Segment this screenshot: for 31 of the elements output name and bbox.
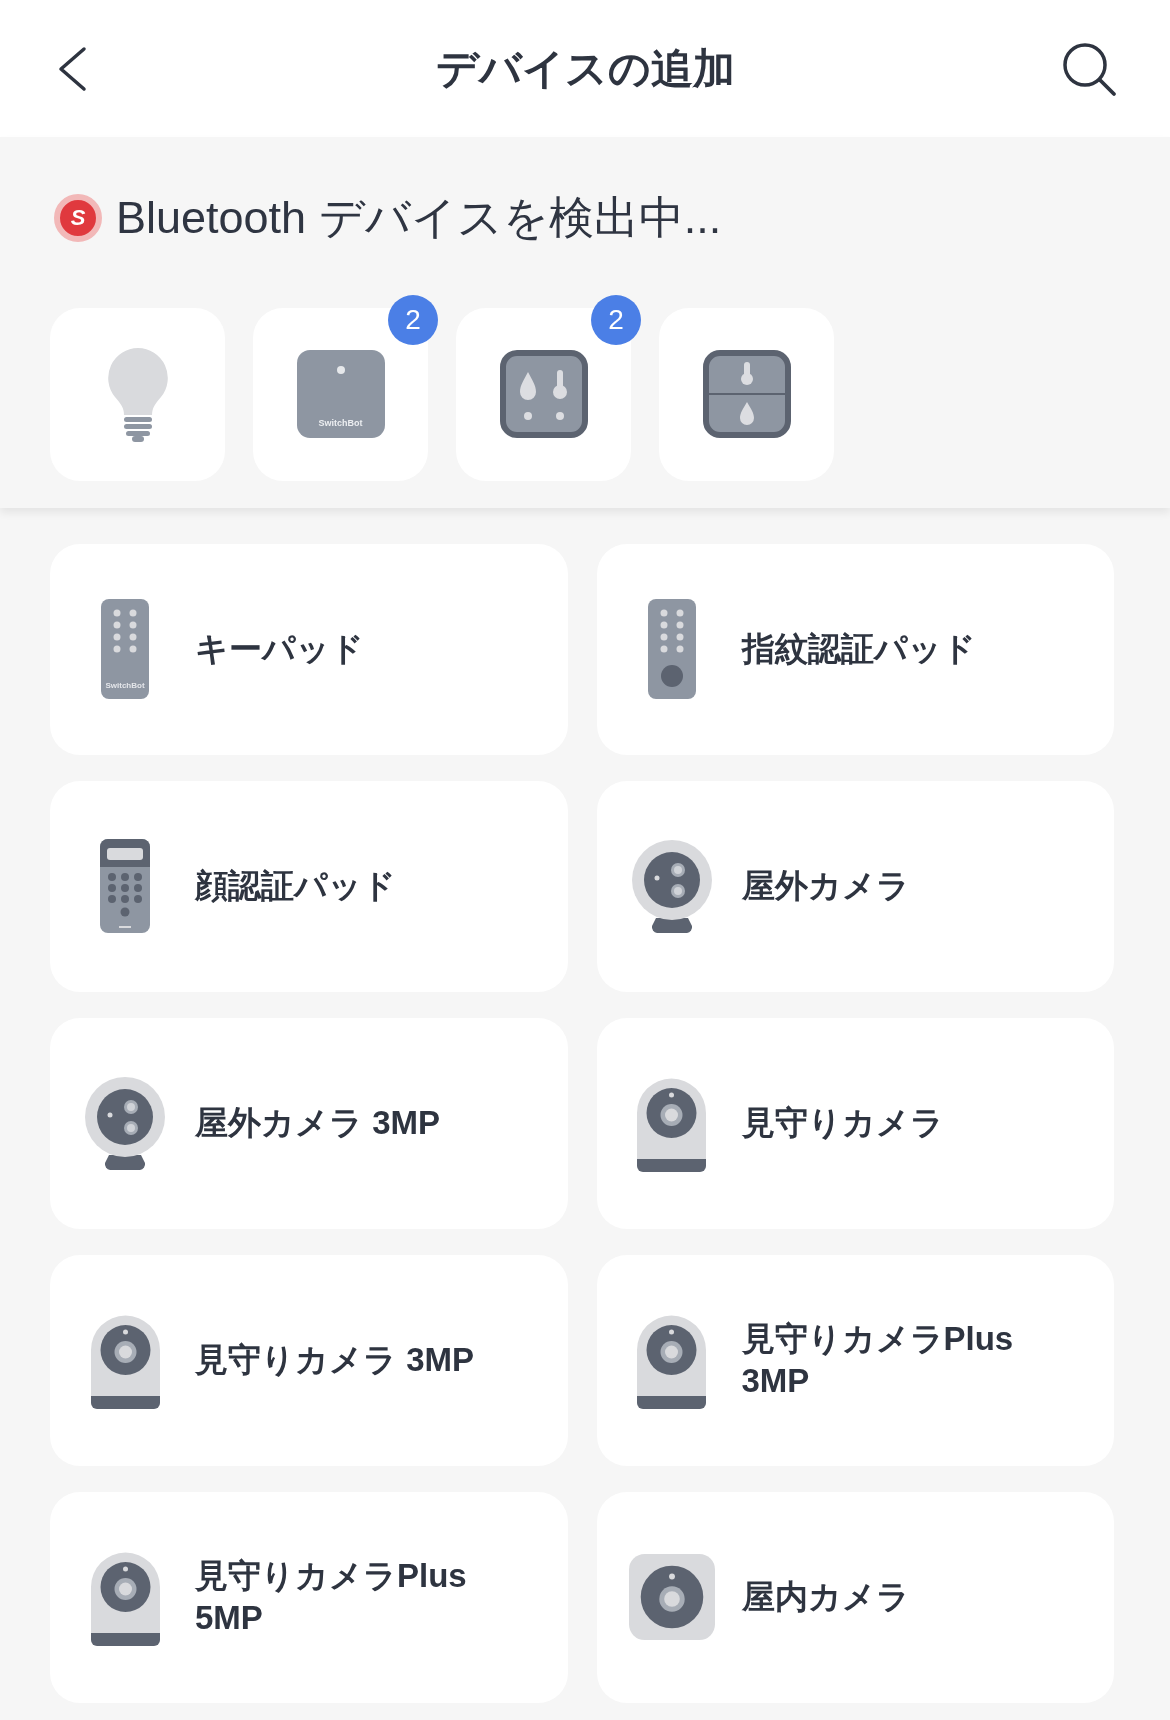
search-icon bbox=[1061, 40, 1117, 97]
screen-keypad-icon bbox=[100, 839, 150, 934]
app-logo: S bbox=[54, 193, 102, 242]
device-card[interactable]: 見守りカメラ 3MP bbox=[50, 1254, 568, 1466]
device-tile[interactable] bbox=[659, 307, 834, 481]
count-badge: 2 bbox=[591, 294, 641, 345]
device-card[interactable]: 見守りカメラPlus 5MP bbox=[50, 1491, 568, 1703]
device-card[interactable]: 屋内カメラ bbox=[596, 1491, 1114, 1703]
logo-text: SwitchBot bbox=[317, 419, 364, 429]
device-card[interactable]: 見守りカメラ bbox=[596, 1017, 1114, 1229]
device-card[interactable]: 顔認証パッド bbox=[50, 780, 568, 992]
device-tile[interactable] bbox=[50, 307, 225, 481]
device-card[interactable]: SwitchBot キーパッド bbox=[50, 543, 568, 755]
device-card[interactable]: 見守りカメラPlus 3MP bbox=[596, 1254, 1114, 1466]
logo-text: SwitchBot bbox=[104, 682, 146, 691]
device-card[interactable]: 屋外カメラ bbox=[596, 780, 1114, 992]
count-badge: 2 bbox=[388, 294, 438, 345]
round-camera-icon bbox=[629, 839, 714, 933]
keypad-with-button-icon bbox=[647, 599, 696, 700]
page-title: デバイスの追加 bbox=[435, 47, 735, 90]
keypad-icon bbox=[101, 599, 149, 700]
square-camera-icon bbox=[628, 1553, 715, 1642]
round-camera-icon bbox=[83, 1076, 167, 1170]
device-card[interactable]: 指紋認証パッド bbox=[596, 543, 1114, 755]
scan-status-text: Bluetooth デバイスを検出中... bbox=[116, 192, 722, 244]
square-device-icon bbox=[296, 350, 385, 439]
thermometer-drop-icon bbox=[499, 350, 588, 439]
chevron-left-icon bbox=[56, 45, 88, 92]
device-tile[interactable] bbox=[456, 307, 631, 481]
device-card[interactable]: 屋外カメラ 3MP bbox=[50, 1017, 568, 1229]
thermometer-drop-icon bbox=[702, 350, 791, 439]
